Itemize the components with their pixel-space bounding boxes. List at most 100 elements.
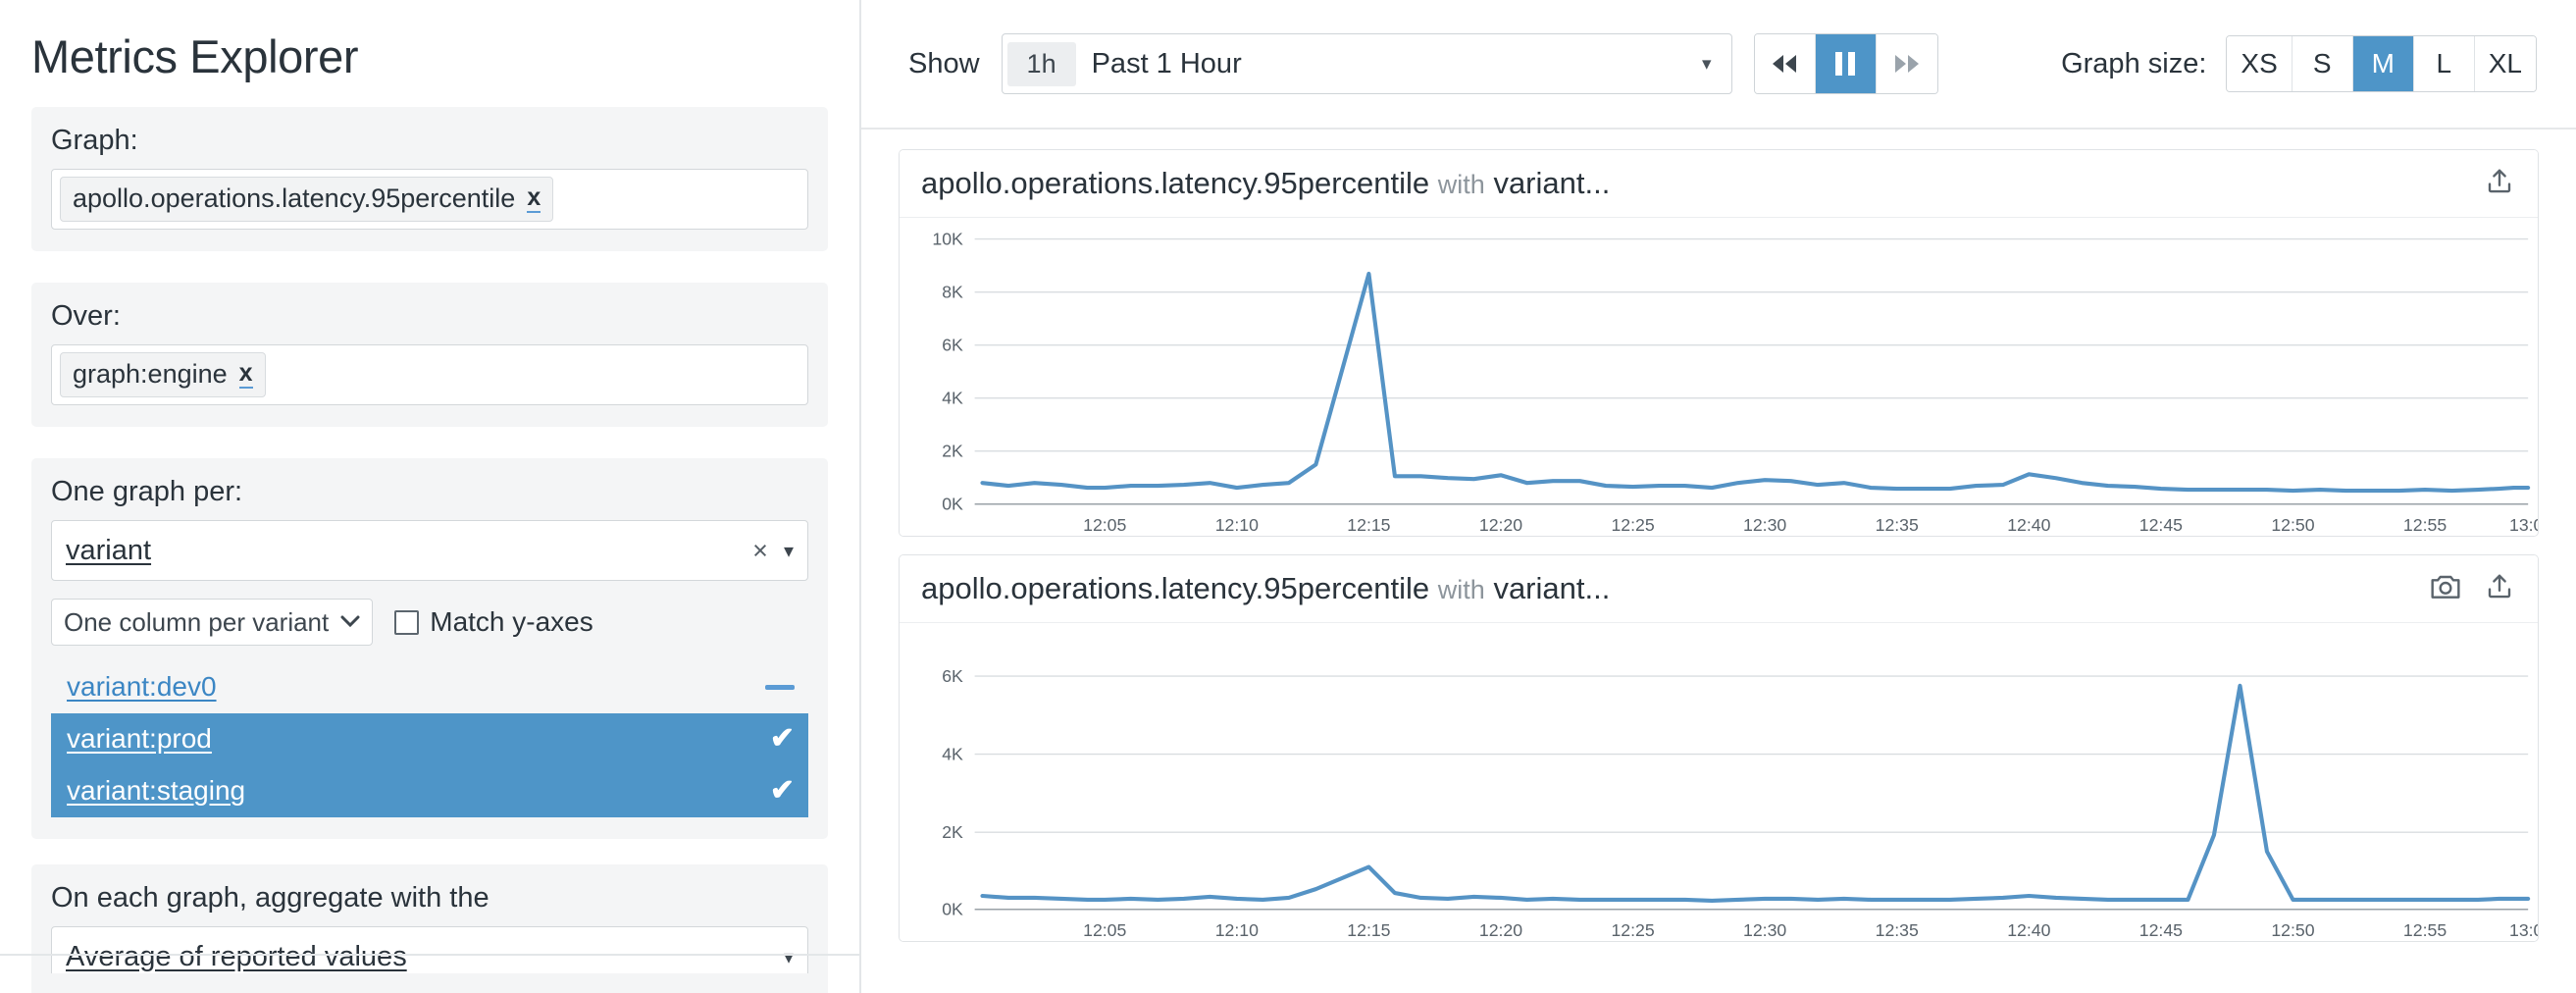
chevron-down-icon <box>340 612 360 633</box>
over-dimension-chip[interactable]: graph:engine x <box>60 352 266 397</box>
chart-2-svg: 6K 4K 2K 0K 12:05 12:10 12:15 12:20 12:2… <box>900 623 2538 941</box>
svg-text:12:25: 12:25 <box>1611 515 1654 535</box>
graph-field-group: Graph: apollo.operations.latency.95perce… <box>31 107 828 251</box>
graph-panel-1-actions <box>2485 167 2514 201</box>
aggregate-value: Average of reported values <box>66 941 407 973</box>
rewind-icon <box>1770 52 1799 76</box>
graph-size-xl-button[interactable]: XL <box>2475 36 2536 91</box>
graph-panel-1: apollo.operations.latency.95percentile w… <box>899 149 2539 537</box>
panel-title-dimension: variant... <box>1493 166 1610 200</box>
sidebar: Metrics Explorer Graph: apollo.operation… <box>0 0 861 993</box>
graph-panel-2-header: apollo.operations.latency.95percentile w… <box>900 555 2538 623</box>
graph-field-label: Graph: <box>51 125 808 157</box>
one-graph-per-group: One graph per: variant × ▾ One column pe… <box>31 458 828 839</box>
chevron-down-icon: ▾ <box>784 945 794 969</box>
chart-2-series-line <box>982 686 2528 901</box>
variant-label[interactable]: variant:dev0 <box>67 671 217 703</box>
camera-icon[interactable] <box>2430 572 2461 606</box>
chart-2-gridlines <box>975 676 2529 910</box>
graph-size-control: Graph size: XS S M L XL <box>2061 35 2537 92</box>
panel-title-metric: apollo.operations.latency.95percentile <box>921 571 1429 605</box>
graph-panel-2-chart[interactable]: 6K 4K 2K 0K 12:05 12:10 12:15 12:20 12:2… <box>900 623 2538 941</box>
panel-title-with: with <box>1438 170 1485 199</box>
svg-text:13:0: 13:0 <box>2509 920 2538 940</box>
one-graph-per-clear-icon[interactable]: × <box>752 536 768 566</box>
variant-row-prod[interactable]: variant:prod ✔ <box>51 713 808 765</box>
column-layout-value: One column per variant <box>64 607 329 638</box>
chart-1-gridlines <box>975 239 2529 504</box>
svg-text:12:50: 12:50 <box>2271 515 2314 535</box>
graph-metric-chip-label: apollo.operations.latency.95percentile <box>73 183 515 214</box>
svg-text:2K: 2K <box>942 822 963 842</box>
match-y-axes-checkbox[interactable]: Match y-axes <box>394 606 593 638</box>
over-field-label: Over: <box>51 300 808 333</box>
show-label: Show <box>908 48 980 80</box>
column-layout-row: One column per variant Match y-axes <box>51 599 808 646</box>
svg-text:12:40: 12:40 <box>2007 515 2050 535</box>
match-y-axes-label: Match y-axes <box>430 606 593 638</box>
graph-panel-1-chart[interactable]: 10K 8K 6K 4K 2K 0K 12:05 12:10 12:15 12:… <box>900 218 2538 536</box>
toolbar: Show 1h Past 1 Hour ▾ <box>861 0 2576 130</box>
graph-size-m-button[interactable]: M <box>2353 36 2414 91</box>
minus-icon[interactable] <box>765 685 795 690</box>
svg-text:0K: 0K <box>942 495 963 514</box>
pause-button[interactable] <box>1816 34 1877 93</box>
variant-row-dev0[interactable]: variant:dev0 <box>51 661 808 713</box>
rewind-button[interactable] <box>1755 34 1816 93</box>
metrics-explorer-app: Metrics Explorer Graph: apollo.operation… <box>0 0 2576 993</box>
svg-text:12:35: 12:35 <box>1876 920 1919 940</box>
svg-text:4K: 4K <box>942 389 963 408</box>
chevron-down-icon: ▾ <box>1702 53 1712 76</box>
svg-text:12:20: 12:20 <box>1479 920 1522 940</box>
share-icon[interactable] <box>2485 572 2514 606</box>
time-range-value: Past 1 Hour <box>1092 48 1242 80</box>
graph-size-xs-button[interactable]: XS <box>2227 36 2292 91</box>
check-icon[interactable]: ✔ <box>770 776 795 806</box>
check-icon[interactable]: ✔ <box>770 724 795 754</box>
share-icon[interactable] <box>2485 167 2514 201</box>
variant-list: variant:dev0 variant:prod ✔ variant:stag… <box>51 661 808 817</box>
variant-row-staging[interactable]: variant:staging ✔ <box>51 765 808 817</box>
chart-1-y-ticks: 10K 8K 6K 4K 2K 0K <box>932 230 963 514</box>
svg-text:13:0: 13:0 <box>2509 515 2538 535</box>
chart-2-x-ticks: 12:05 12:10 12:15 12:20 12:25 12:30 12:3… <box>1083 920 2538 940</box>
svg-text:12:05: 12:05 <box>1083 515 1126 535</box>
fast-forward-icon <box>1892 52 1922 76</box>
transport-controls <box>1754 33 1938 94</box>
graph-panel-2-title: apollo.operations.latency.95percentile w… <box>921 571 1610 606</box>
graph-size-button-group: XS S M L XL <box>2226 35 2537 92</box>
svg-text:12:40: 12:40 <box>2007 920 2050 940</box>
graph-panel-1-title: apollo.operations.latency.95percentile w… <box>921 166 1610 201</box>
chart-2-y-ticks: 6K 4K 2K 0K <box>942 666 963 919</box>
svg-text:12:50: 12:50 <box>2271 920 2314 940</box>
variant-label[interactable]: variant:staging <box>67 775 245 807</box>
sidebar-divider <box>0 954 859 956</box>
fast-forward-button[interactable] <box>1877 34 1937 93</box>
svg-text:12:45: 12:45 <box>2139 920 2183 940</box>
over-field-group: Over: graph:engine x <box>31 283 828 427</box>
svg-text:12:15: 12:15 <box>1347 920 1390 940</box>
chevron-down-icon: ▾ <box>784 539 794 563</box>
panel-title-with: with <box>1438 575 1485 604</box>
main-content: Show 1h Past 1 Hour ▾ <box>861 0 2576 993</box>
column-layout-select[interactable]: One column per variant <box>51 599 373 646</box>
chart-1-x-ticks: 12:05 12:10 12:15 12:20 12:25 12:30 12:3… <box>1083 515 2538 535</box>
variant-label[interactable]: variant:prod <box>67 723 212 755</box>
graph-panel-2: apollo.operations.latency.95percentile w… <box>899 554 2539 942</box>
one-graph-per-value: variant <box>66 535 151 567</box>
over-token-input[interactable]: graph:engine x <box>51 344 808 405</box>
svg-text:0K: 0K <box>942 900 963 919</box>
page-title: Metrics Explorer <box>31 0 828 107</box>
one-graph-per-select[interactable]: variant × ▾ <box>51 520 808 581</box>
chart-1-svg: 10K 8K 6K 4K 2K 0K 12:05 12:10 12:15 12:… <box>900 218 2538 536</box>
svg-text:12:20: 12:20 <box>1479 515 1522 535</box>
graph-size-l-button[interactable]: L <box>2414 36 2475 91</box>
checkbox-box-icon <box>394 610 419 635</box>
time-range-select[interactable]: 1h Past 1 Hour ▾ <box>1002 33 1732 94</box>
over-dimension-chip-remove-icon[interactable]: x <box>239 361 253 389</box>
panel-title-metric: apollo.operations.latency.95percentile <box>921 166 1429 200</box>
graph-metric-chip[interactable]: apollo.operations.latency.95percentile x <box>60 177 553 222</box>
graph-metric-chip-remove-icon[interactable]: x <box>527 185 541 213</box>
graph-token-input[interactable]: apollo.operations.latency.95percentile x <box>51 169 808 230</box>
graph-size-s-button[interactable]: S <box>2293 36 2353 91</box>
